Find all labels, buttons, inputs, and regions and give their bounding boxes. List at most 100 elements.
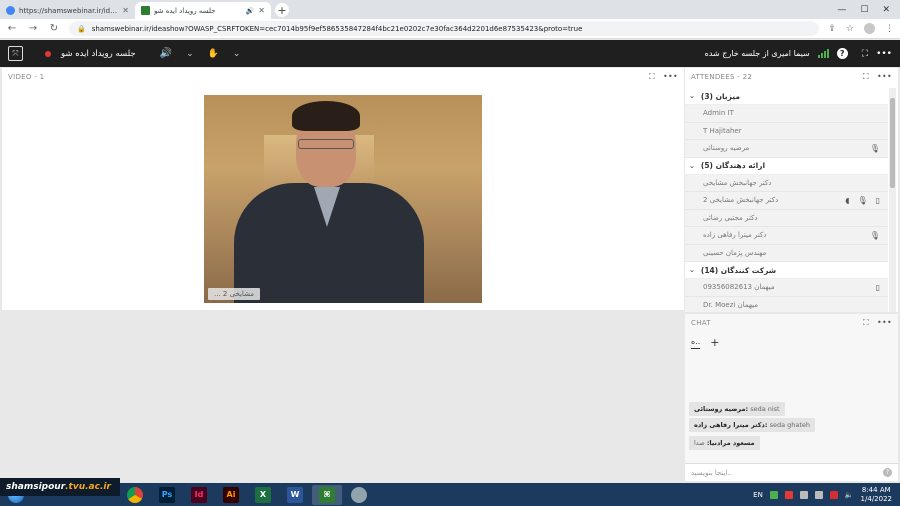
url-field[interactable]: 🔒 shamswebinar.ir/ideashow?OWASP_CSRFTOK… (69, 21, 820, 36)
speaker-icon[interactable]: 🔊 (160, 48, 172, 59)
clock-date: 1/4/2022 (860, 494, 892, 503)
new-tab-button[interactable]: + (275, 3, 289, 17)
more-options-icon[interactable]: ••• (876, 49, 892, 59)
maximize-pod-icon[interactable]: ⛶ (863, 72, 869, 82)
attendee-name: مرضیه روستائی (703, 144, 750, 153)
taskbar-illustrator[interactable]: Ai (216, 485, 246, 505)
video-feed[interactable]: ... مشایخی 2 (204, 95, 482, 303)
attendees-pod: ATTENDEES - 22 ⛶ ••• ⌄ میزبان (3) Admin … (685, 68, 898, 312)
maximize-icon[interactable]: ☐ (860, 5, 868, 15)
pod-menu-icon[interactable]: ••• (877, 318, 892, 328)
help-icon[interactable]: ? (836, 48, 848, 59)
attendee-row[interactable]: Dr. Moezi میهمان (685, 296, 888, 312)
watermark-suffix: .tvu.ac.ir (65, 482, 111, 492)
attendee-row[interactable]: دکتر مجتبی رضائی (685, 209, 888, 227)
language-indicator[interactable]: EN (753, 491, 763, 499)
attendee-name: 09356082613 میهمان (703, 283, 775, 292)
video-pod-title: VIDEO (8, 72, 32, 81)
chat-input[interactable]: اینجا بنویسید.. ? (685, 463, 898, 481)
group-title: ارائه دهندگان (5) (700, 161, 766, 170)
scrollbar-thumb[interactable] (890, 98, 895, 188)
taskbar-excel[interactable]: X (248, 485, 278, 505)
video-pod-header: VIDEO - 1 ⛶ ••• (8, 71, 678, 82)
indesign-icon: Id (191, 486, 207, 503)
fullscreen-icon[interactable]: ⤧ (8, 46, 23, 61)
lock-icon: 🔒 (77, 24, 86, 33)
maximize-pod-icon[interactable]: ⛶ (649, 72, 655, 82)
layout-icon[interactable]: ⛶ (862, 49, 868, 59)
attendee-row[interactable]: دکتر جهانبخش مشایخی (685, 174, 888, 192)
tray-app-icon[interactable] (829, 490, 838, 499)
mic-icon: 🎙 (869, 143, 880, 153)
chat-message: مسعود مرادنیا: صدا (689, 436, 760, 450)
browser-tab-bar: https://shamswebinar.ir/ideashow ✕ جلسه … (0, 0, 900, 19)
volume-icon[interactable]: 🔈 (845, 491, 854, 499)
attendee-name: مهندس پژمان حسینی (703, 248, 767, 257)
browser-tab-1[interactable]: https://shamswebinar.ir/ideashow ✕ (0, 2, 135, 19)
taskbar-photoshop[interactable]: Ps (152, 485, 182, 505)
tray-app-icon[interactable] (784, 490, 793, 499)
attendee-row[interactable]: دکتر جهانبخش مشایخی 2 ◖ 🎙 ▯ (685, 192, 888, 210)
back-icon[interactable]: ← (6, 23, 18, 34)
chevron-down-icon[interactable]: ⌄ (689, 266, 695, 274)
chevron-down-icon[interactable]: ⌄ (689, 162, 695, 170)
attendee-row[interactable]: Admin IT (685, 105, 888, 123)
clock-time: 8:44 AM (861, 485, 891, 494)
group-hosts[interactable]: ⌄ میزبان (3) (685, 88, 888, 105)
attendee-row[interactable]: دکتر میترا رفاهی زاده 🎙 (685, 227, 888, 245)
chat-pod-title: CHAT (691, 318, 711, 327)
reload-icon[interactable]: ↻ (48, 23, 60, 34)
share-icon[interactable]: ⇪ (828, 24, 836, 34)
chevron-down-icon[interactable]: ⌄ (689, 92, 695, 100)
excel-icon: X (255, 486, 271, 503)
chat-message: مرضیه روستائی: seda nist (689, 402, 785, 416)
close-window-icon[interactable]: ✕ (882, 5, 890, 15)
pod-menu-icon[interactable]: ••• (877, 72, 892, 82)
attendee-row[interactable]: 09356082613 میهمان ▯ (685, 279, 888, 297)
tray-app-icon[interactable] (799, 490, 808, 499)
taskbar-connect[interactable]: ⌘ (312, 484, 342, 505)
taskbar-word[interactable]: W (280, 485, 310, 505)
photoshop-icon: Ps (159, 486, 175, 503)
tab-title: جلسه رویداد ایده شو (154, 6, 216, 15)
help-icon[interactable]: ? (883, 468, 892, 477)
taskbar-chrome[interactable] (120, 485, 150, 505)
attendee-name: دکتر جهانبخش مشایخی 2 (703, 196, 779, 205)
attendee-row[interactable]: T Hajitaher (685, 122, 888, 140)
chat-pod: CHAT ⛶ ••• ه.. + مرضیه روستائی: seda nis… (685, 314, 898, 481)
profile-avatar-icon[interactable] (864, 23, 875, 34)
taskbar-indesign[interactable]: Id (184, 485, 214, 505)
connect-favicon-icon (141, 6, 150, 15)
pod-menu-icon[interactable]: ••• (663, 72, 678, 82)
clock[interactable]: 8:44 AM 1/4/2022 (861, 486, 892, 504)
attendee-scrollbar[interactable] (889, 88, 896, 312)
close-tab-icon[interactable]: ✕ (258, 6, 265, 15)
browser-tab-2[interactable]: جلسه رویداد ایده شو 🔊 ✕ (135, 2, 271, 19)
group-participants[interactable]: ⌄ شرکت کنندگان (14) (685, 262, 888, 279)
mobile-icon: ▯ (875, 195, 880, 205)
chevron-down-icon[interactable]: ⌄ (233, 49, 241, 59)
raise-hand-icon[interactable]: ✋ (208, 49, 219, 59)
attendee-row[interactable]: مهندس پژمان حسینی (685, 244, 888, 262)
chevron-down-icon[interactable]: ⌄ (186, 49, 194, 59)
chat-sender: دکتر میترا رفاهی زاده: (694, 421, 768, 429)
close-tab-icon[interactable]: ✕ (122, 6, 129, 15)
video-participant-label: ... مشایخی 2 (208, 288, 261, 300)
tray-app-icon[interactable] (769, 490, 778, 499)
bookmark-star-icon[interactable]: ☆ (846, 24, 854, 34)
taskbar-paint[interactable] (344, 485, 374, 505)
speaker-icon: 🔊 (245, 6, 255, 15)
network-icon[interactable] (814, 490, 823, 499)
chat-tab-everyone[interactable]: ه.. (691, 337, 701, 349)
url-text: shamswebinar.ir/ideashow?OWASP_CSRFTOKEN… (91, 24, 583, 33)
paint-icon (351, 486, 367, 503)
group-title: شرکت کنندگان (14) (700, 265, 777, 275)
attendee-row[interactable]: مرضیه روستائی 🎙 (685, 140, 888, 158)
record-indicator-icon[interactable] (45, 50, 51, 57)
menu-kebab-icon[interactable]: ⋮ (885, 24, 894, 34)
group-presenters[interactable]: ⌄ ارائه دهندگان (5) (685, 158, 888, 175)
add-chat-tab-icon[interactable]: + (710, 336, 719, 349)
forward-icon[interactable]: → (27, 23, 39, 34)
minimize-icon[interactable]: — (837, 5, 846, 15)
maximize-pod-icon[interactable]: ⛶ (863, 318, 869, 328)
